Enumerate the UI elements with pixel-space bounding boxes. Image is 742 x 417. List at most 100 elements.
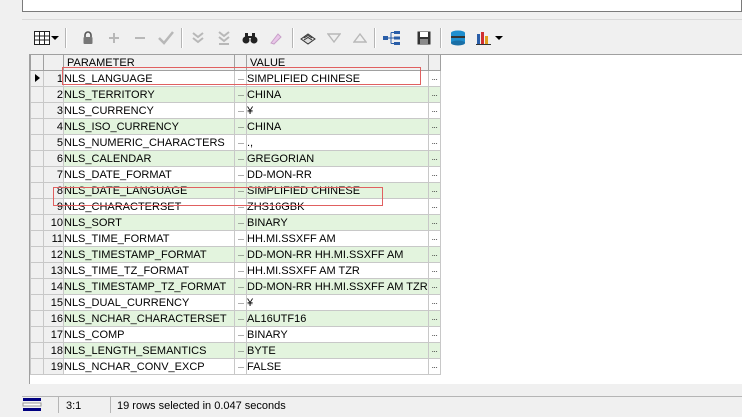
cell-ellipsis-button[interactable]: ···	[427, 134, 441, 151]
cell-value[interactable]: DD-MON-RR	[246, 166, 429, 183]
cell-parameter[interactable]: NLS_NCHAR_CONV_EXCP	[63, 358, 235, 375]
cell-value[interactable]: .,	[246, 134, 429, 151]
sort-icon[interactable]	[350, 28, 370, 48]
cell-ellipsis-button[interactable]: ···	[427, 310, 441, 327]
horizontal-scrollbar[interactable]	[22, 384, 742, 396]
chart-icon[interactable]	[474, 28, 494, 48]
table-row[interactable]: 15 NLS_DUAL_CURRENCY ··· ¥ ···	[30, 294, 441, 311]
table-row[interactable]: 3 NLS_CURRENCY ··· ¥ ···	[30, 102, 441, 119]
cell-parameter[interactable]: NLS_TIME_FORMAT	[63, 230, 235, 247]
cell-parameter[interactable]: NLS_TIME_TZ_FORMAT	[63, 262, 235, 279]
cell-value[interactable]: ¥	[246, 294, 429, 311]
sql-editor[interactable]	[22, 0, 742, 12]
cell-ellipsis-button[interactable]: ···	[234, 150, 247, 167]
cell-value[interactable]: HH.MI.SSXFF AM	[246, 230, 429, 247]
cell-ellipsis-button[interactable]: ···	[427, 150, 441, 167]
cell-ellipsis-button[interactable]: ···	[234, 342, 247, 359]
cell-value[interactable]: ¥	[246, 102, 429, 119]
cell-parameter[interactable]: NLS_TIMESTAMP_FORMAT	[63, 246, 235, 263]
table-row[interactable]: 12 NLS_TIMESTAMP_FORMAT ··· DD-MON-RR HH.MI…	[30, 246, 441, 263]
cell-ellipsis-button[interactable]: ···	[427, 118, 441, 135]
add-record-icon[interactable]	[104, 28, 124, 48]
cell-ellipsis-button[interactable]: ···	[427, 198, 441, 215]
row-indicator[interactable]	[30, 326, 44, 343]
row-indicator[interactable]	[30, 198, 44, 215]
cell-ellipsis-button[interactable]: ···	[234, 230, 247, 247]
grid-corner[interactable]	[30, 54, 44, 71]
cell-ellipsis-button[interactable]: ···	[234, 246, 247, 263]
print-icon[interactable]	[298, 28, 318, 48]
row-indicator[interactable]	[30, 278, 44, 295]
table-row[interactable]: 18 NLS_LENGTH_SEMANTICS ··· BYTE ···	[30, 342, 441, 359]
cell-value[interactable]: BINARY	[246, 214, 429, 231]
row-indicator[interactable]	[30, 182, 44, 199]
cell-parameter[interactable]: NLS_DATE_FORMAT	[63, 166, 235, 183]
cell-value[interactable]: HH.MI.SSXFF AM TZR	[246, 262, 429, 279]
row-indicator[interactable]	[30, 86, 44, 103]
table-row[interactable]: 5 NLS_NUMERIC_CHARACTERS ···., ···	[30, 134, 441, 151]
cell-parameter[interactable]: NLS_CALENDAR	[63, 150, 235, 167]
row-indicator[interactable]	[30, 358, 44, 375]
cell-ellipsis-button[interactable]: ···	[427, 230, 441, 247]
cell-ellipsis-button[interactable]: ···	[427, 182, 441, 199]
row-indicator[interactable]	[30, 102, 44, 119]
filter-icon[interactable]	[324, 28, 344, 48]
cell-ellipsis-button[interactable]: ···	[427, 166, 441, 183]
row-indicator[interactable]	[30, 214, 44, 231]
table-row[interactable]: 10 NLS_SORT ··· BINARY ···	[30, 214, 441, 231]
cell-ellipsis-button[interactable]: ···	[427, 70, 441, 87]
row-indicator[interactable]	[30, 342, 44, 359]
cell-ellipsis-button[interactable]: ···	[427, 326, 441, 343]
cell-parameter[interactable]: NLS_LENGTH_SEMANTICS	[63, 342, 235, 359]
cell-ellipsis-button[interactable]: ···	[234, 278, 247, 295]
chart-dropdown-icon[interactable]	[494, 28, 504, 48]
row-indicator[interactable]	[30, 246, 44, 263]
cell-ellipsis-button[interactable]: ···	[234, 86, 247, 103]
cell-ellipsis-button[interactable]: ···	[234, 134, 247, 151]
export-icon[interactable]	[448, 28, 468, 48]
cell-value[interactable]: GREGORIAN	[246, 150, 429, 167]
cell-parameter[interactable]: NLS_COMP	[63, 326, 235, 343]
find-icon[interactable]	[240, 28, 260, 48]
cell-ellipsis-button[interactable]: ···	[234, 358, 247, 375]
cell-ellipsis-button[interactable]: ···	[427, 294, 441, 311]
cell-value[interactable]: FALSE	[246, 358, 429, 375]
table-row[interactable]: 16 NLS_NCHAR_CHARACTERSET ··· AL16UTF16 ···	[30, 310, 441, 327]
row-indicator[interactable]	[30, 150, 44, 167]
cell-value[interactable]: DD-MON-RR HH.MI.SSXFF AM TZR	[246, 278, 429, 295]
cell-value[interactable]: AL16UTF16	[246, 310, 429, 327]
cell-ellipsis-button[interactable]: ···	[427, 86, 441, 103]
cell-ellipsis-button[interactable]: ···	[427, 278, 441, 295]
row-indicator[interactable]	[30, 310, 44, 327]
row-indicator[interactable]	[30, 118, 44, 135]
table-row[interactable]: 7 NLS_DATE_FORMAT ··· DD-MON-RR ···	[30, 166, 441, 183]
row-indicator[interactable]	[30, 294, 44, 311]
cell-parameter[interactable]: NLS_NUMERIC_CHARACTERS	[63, 134, 235, 151]
cell-ellipsis-button[interactable]: ···	[427, 262, 441, 279]
delete-record-icon[interactable]	[130, 28, 150, 48]
cell-value[interactable]: DD-MON-RR HH.MI.SSXFF AM	[246, 246, 429, 263]
cell-parameter[interactable]: NLS_TIMESTAMP_TZ_FORMAT	[63, 278, 235, 295]
cell-ellipsis-button[interactable]: ···	[427, 214, 441, 231]
table-row[interactable]: 2 NLS_TERRITORY ··· CHINA ···	[30, 86, 441, 103]
table-row[interactable]: 14 NLS_TIMESTAMP_TZ_FORMAT ··· DD-MON-RR HH…	[30, 278, 441, 295]
tree-icon[interactable]	[382, 28, 402, 48]
row-indicator[interactable]	[30, 134, 44, 151]
clear-icon[interactable]	[266, 28, 286, 48]
cell-parameter[interactable]: NLS_CURRENCY	[63, 102, 235, 119]
save-icon[interactable]	[414, 28, 434, 48]
cell-parameter[interactable]: NLS_ISO_CURRENCY	[63, 118, 235, 135]
cell-ellipsis-button[interactable]: ···	[234, 294, 247, 311]
cell-ellipsis-button[interactable]: ···	[234, 214, 247, 231]
cell-value[interactable]: BINARY	[246, 326, 429, 343]
fetch-next-page-icon[interactable]	[188, 28, 208, 48]
cell-ellipsis-button[interactable]: ···	[234, 262, 247, 279]
cell-ellipsis-button[interactable]: ···	[234, 166, 247, 183]
row-indicator[interactable]	[30, 262, 44, 279]
cell-ellipsis-button[interactable]: ···	[234, 118, 247, 135]
cell-value[interactable]: BYTE	[246, 342, 429, 359]
cell-ellipsis-button[interactable]: ···	[234, 102, 247, 119]
cell-ellipsis-button[interactable]: ···	[427, 342, 441, 359]
table-row[interactable]: 13 NLS_TIME_TZ_FORMAT ··· HH.MI.SSXFF AM TZ…	[30, 262, 441, 279]
cell-ellipsis-button[interactable]: ···	[427, 102, 441, 119]
